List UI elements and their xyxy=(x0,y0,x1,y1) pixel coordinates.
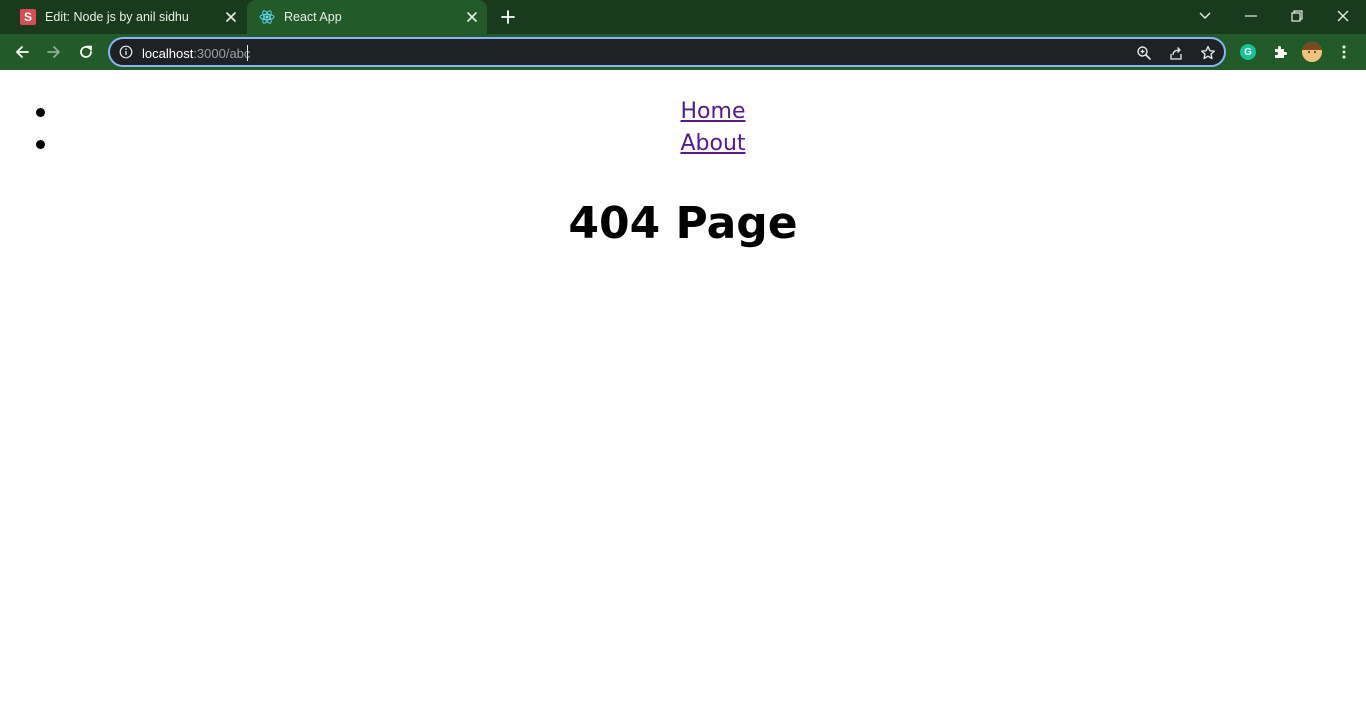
tab-title: Edit: Node js by anil sidhu xyxy=(45,10,189,24)
reload-icon[interactable] xyxy=(76,42,96,62)
url-path: :3000/abc xyxy=(193,46,251,61)
page-title: 404 Page xyxy=(568,198,798,249)
zoom-icon[interactable] xyxy=(1135,44,1153,62)
url-host: localhost xyxy=(142,46,194,61)
bullet-icon xyxy=(36,140,45,149)
grammarly-icon[interactable]: G xyxy=(1238,42,1258,62)
avatar[interactable] xyxy=(1302,42,1322,62)
new-tab-plus-icon[interactable] xyxy=(499,8,517,26)
grammarly-logo: G xyxy=(1240,44,1256,60)
react-icon xyxy=(259,9,275,25)
tab-react-app[interactable]: React App xyxy=(247,0,487,34)
arrow-right-icon[interactable] xyxy=(44,42,64,62)
restore-icon[interactable] xyxy=(1286,6,1308,26)
bullet-icon xyxy=(36,108,45,117)
list-item: About xyxy=(0,128,1366,160)
info-icon[interactable] xyxy=(119,45,133,59)
kebab-menu-icon[interactable] xyxy=(1334,42,1354,62)
s-favicon-icon: S xyxy=(20,9,36,25)
tab-title: React App xyxy=(284,10,342,24)
browser-toolbar: localhost:3000/abc G xyxy=(0,34,1366,70)
tab-search-chevron-icon[interactable] xyxy=(1194,6,1216,26)
list-item: Home xyxy=(0,96,1366,128)
close-tab-icon[interactable] xyxy=(224,10,238,24)
profile-avatar-icon xyxy=(1302,42,1322,62)
minimize-icon[interactable] xyxy=(1240,6,1262,26)
close-tab-icon[interactable] xyxy=(465,10,479,24)
url-text[interactable]: localhost:3000/abc xyxy=(142,45,251,61)
browser-titlebar: S Edit: Node js by anil sidhu React App xyxy=(0,0,1366,34)
page-content: Home About 404 Page xyxy=(0,70,1366,707)
star-icon[interactable] xyxy=(1199,44,1217,62)
home-link[interactable]: Home xyxy=(621,99,746,124)
close-window-icon[interactable] xyxy=(1332,6,1354,26)
puzzle-icon[interactable] xyxy=(1270,42,1290,62)
tab-edit-node-js[interactable]: S Edit: Node js by anil sidhu xyxy=(8,0,246,34)
arrow-left-icon[interactable] xyxy=(12,42,32,62)
text-cursor xyxy=(247,45,249,61)
about-link[interactable]: About xyxy=(620,131,745,156)
address-bar[interactable]: localhost:3000/abc xyxy=(108,37,1226,67)
nav-list: Home About xyxy=(0,96,1366,160)
share-icon[interactable] xyxy=(1167,44,1185,62)
